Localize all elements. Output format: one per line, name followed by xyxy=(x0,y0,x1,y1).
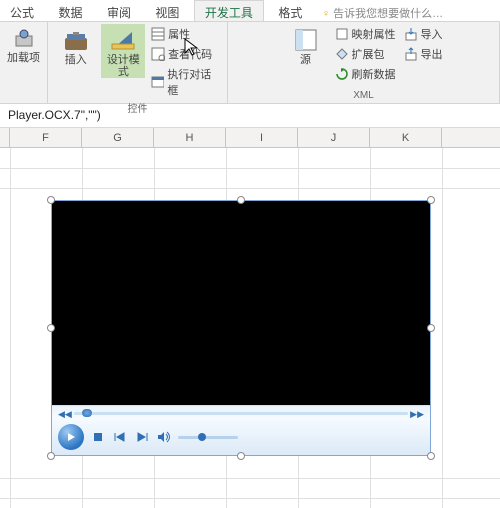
col-G[interactable]: G xyxy=(82,128,154,147)
col-I[interactable]: I xyxy=(226,128,298,147)
col-F[interactable]: F xyxy=(10,128,82,147)
selection-handle[interactable] xyxy=(47,196,55,204)
seek-fwd-icon: ▶▶ xyxy=(410,409,424,420)
group-controls: 插入 设计模式 属性 查看代码 执行对话框 xyxy=(48,22,228,103)
selection-handle[interactable] xyxy=(47,452,55,460)
tab-data[interactable]: 数据 xyxy=(48,1,92,22)
play-icon xyxy=(66,432,76,442)
mute-button[interactable] xyxy=(156,429,172,445)
expansion-button[interactable]: 扩展包 xyxy=(333,44,398,64)
seek-back-icon: ◀◀ xyxy=(58,409,72,420)
tab-view[interactable]: 视图 xyxy=(145,1,189,22)
design-mode-button[interactable]: 设计模式 xyxy=(101,24,145,78)
refresh-icon xyxy=(335,67,349,81)
media-player-seek-bar[interactable]: ◀◀ ▶▶ xyxy=(52,405,430,419)
tab-formula[interactable]: 公式 xyxy=(0,1,44,22)
source-button[interactable]: 源 xyxy=(283,24,329,66)
media-player-video-area xyxy=(52,201,430,405)
selection-handle[interactable] xyxy=(47,324,55,332)
code-icon xyxy=(151,47,165,61)
properties-button[interactable]: 属性 xyxy=(149,24,221,44)
stop-button[interactable] xyxy=(90,429,106,445)
addins-button[interactable]: 加载项 xyxy=(1,24,47,64)
group-addins: 加载项 xyxy=(0,22,48,103)
refresh-button[interactable]: 刷新数据 xyxy=(333,64,398,84)
ribbon-tabs: 公式 数据 审阅 视图 开发工具 格式 ♀ 告诉我您想要做什么… xyxy=(0,0,500,22)
xml-stack-1: 映射属性 扩展包 刷新数据 xyxy=(333,24,398,84)
map-properties-button[interactable]: 映射属性 xyxy=(333,24,398,44)
col-J[interactable]: J xyxy=(298,128,370,147)
ribbon-body: 加载项 插入 设计模式 属性 查看代码 xyxy=(0,22,500,104)
export-button[interactable]: 导出 xyxy=(402,44,445,64)
tab-format[interactable]: 格式 xyxy=(268,1,312,22)
volume-slider[interactable] xyxy=(178,436,238,439)
column-headers: F G H I J K xyxy=(0,128,500,148)
addins-label: 加载项 xyxy=(7,52,40,64)
col-H[interactable]: H xyxy=(154,128,226,147)
ruler-triangle-icon xyxy=(110,28,136,52)
seek-thumb[interactable] xyxy=(82,409,92,417)
prev-button[interactable] xyxy=(112,429,128,445)
prev-icon xyxy=(114,432,126,442)
play-button[interactable] xyxy=(58,424,84,450)
run-dialog-button[interactable]: 执行对话框 xyxy=(149,64,221,100)
formula-bar[interactable]: Player.OCX.7","") xyxy=(0,104,500,128)
speaker-icon xyxy=(157,431,171,443)
gear-icon xyxy=(13,28,35,50)
tell-me-search[interactable]: ♀ 告诉我您想要做什么… xyxy=(317,5,443,21)
stop-icon xyxy=(93,432,103,442)
group-xml-label: XML xyxy=(234,90,493,103)
next-button[interactable] xyxy=(134,429,150,445)
volume-thumb[interactable] xyxy=(198,433,206,441)
dialog-icon xyxy=(151,75,164,89)
insert-button[interactable]: 插入 xyxy=(54,24,97,66)
tab-review[interactable]: 审阅 xyxy=(97,1,141,22)
view-code-button[interactable]: 查看代码 xyxy=(149,44,221,64)
selection-handle[interactable] xyxy=(237,196,245,204)
expansion-icon xyxy=(335,47,349,61)
xml-stack-2: 导入 导出 xyxy=(402,24,445,64)
properties-icon xyxy=(151,27,165,41)
group-xml: 源 映射属性 扩展包 刷新数据 导入 xyxy=(228,22,500,103)
next-icon xyxy=(136,432,148,442)
map-icon xyxy=(335,27,349,41)
bulb-icon: ♀ xyxy=(322,8,330,20)
import-icon xyxy=(404,27,418,41)
media-player-object[interactable]: ◀◀ ▶▶ xyxy=(51,200,431,456)
tab-developer[interactable]: 开发工具 xyxy=(194,0,264,22)
toolbox-icon xyxy=(63,28,89,52)
selection-handle[interactable] xyxy=(427,196,435,204)
controls-stack: 属性 查看代码 执行对话框 xyxy=(149,24,221,100)
selection-handle[interactable] xyxy=(427,452,435,460)
selection-handle[interactable] xyxy=(427,324,435,332)
export-icon xyxy=(404,47,418,61)
selection-handle[interactable] xyxy=(237,452,245,460)
media-player-controls xyxy=(52,419,430,455)
import-button[interactable]: 导入 xyxy=(402,24,445,44)
col-K[interactable]: K xyxy=(370,128,442,147)
source-pane-icon xyxy=(294,28,318,52)
